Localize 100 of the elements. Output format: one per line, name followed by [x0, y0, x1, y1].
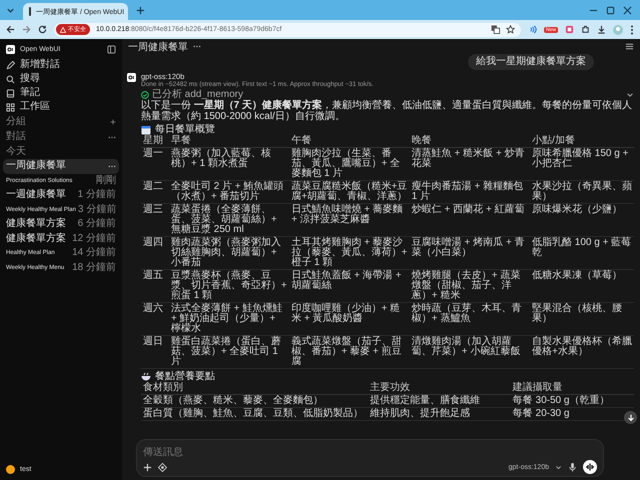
chat-time: 18 分鐘前 — [72, 262, 116, 274]
sidebar-toggle-icon[interactable] — [107, 45, 116, 54]
voice-mode-button[interactable] — [583, 460, 597, 474]
sound-wave-icon — [585, 462, 595, 472]
chat-item[interactable]: 健康餐單方案 12 分鐘前 — [3, 232, 119, 246]
chat-time: 14 分鐘前 — [72, 247, 116, 260]
chevron-down-icon[interactable] — [626, 90, 634, 98]
forward-icon[interactable] — [22, 25, 31, 34]
notebook-icon — [6, 88, 15, 98]
star-icon[interactable] — [506, 25, 515, 34]
table-cell: 義式蔬菜燉盤（茄子、甜椒、番茄）+ 藜麥 + 煎豆腐 — [289, 336, 410, 368]
column-header: 食材類別 — [141, 382, 368, 394]
table-cell: 每餐 30-50 g（乾重） — [510, 394, 634, 408]
table-cell: 雞肉蔬菜粥（燕麥粥加入切絲雞胸肉、胡蘿蔔）+ 小番茄 — [169, 236, 290, 270]
table-cell: 堅果混合（核桃、腰果） — [530, 302, 634, 336]
nav-item[interactable]: 工作區 — [3, 100, 119, 114]
table-cell: 全穀類（燕麥、糙米、藜麥、全麥麵包） — [141, 394, 368, 408]
new-tab-icon[interactable] — [136, 6, 145, 14]
column-header: 午餐 — [289, 135, 410, 148]
reload-icon[interactable] — [38, 25, 47, 34]
column-header: 小點/加餐 — [530, 135, 634, 148]
chat-time: 12 分鐘前 — [72, 232, 116, 245]
more-icon[interactable] — [108, 164, 116, 168]
chat-title: 健康餐單方案 — [6, 218, 66, 230]
table-cell: 燒烤雞腿（去皮）+ 蔬菜燉盤（甜椒、茄子、洋蔥）+ 糙米 — [410, 270, 530, 302]
table-cell: 低脂乳酪 100 g + 藍莓乾 — [530, 236, 634, 270]
table-cell: 炒蝦仁 + 西蘭花 + 紅蘿蔔 — [410, 204, 530, 236]
table-cell: 自製水果優格杯（希臘優格+水果） — [530, 336, 634, 368]
table-cell: 週六 — [141, 302, 169, 336]
microphone-icon[interactable] — [568, 462, 577, 472]
table-cell: 週五 — [141, 270, 169, 302]
dropdown-icon[interactable] — [6, 6, 15, 14]
more-icon[interactable] — [193, 45, 201, 48]
download-icon[interactable] — [597, 25, 606, 34]
chevron-down-icon[interactable] — [555, 464, 562, 470]
chat-time: 3 分鐘前 — [78, 204, 116, 216]
arrow-down-icon — [626, 414, 634, 422]
table-cell: 豆漿燕麥杯（燕麥、豆漿、切片香蕉、奇亞籽）+ 煎蛋 1 顆 — [169, 270, 290, 302]
table-cell: 炒時蔬（豆芽、木耳、青椒）+ 蒸鱸魚 — [410, 302, 530, 336]
tool-status[interactable]: 已分析 add_memory — [152, 89, 244, 100]
chat-title: 一周健康餐單 — [6, 160, 66, 172]
table-cell: 清燉雞肉湯（加入胡蘿蔔、芹菜）+ 小碗紅藜飯 — [410, 336, 530, 368]
maximize-icon[interactable] — [606, 6, 615, 14]
column-header: 主要功效 — [368, 382, 511, 394]
table-cell: 雞蛋白蔬菜捲（蛋白、蘑菇、菠菜）+ 全麥吐司 1 片 — [169, 336, 290, 368]
table-cell: 週日 — [141, 336, 169, 368]
section-heading: 每日餐單概覽 — [155, 124, 215, 135]
column-header: 早餐 — [169, 135, 290, 148]
table-cell: 週三 — [141, 204, 169, 236]
back-icon[interactable] — [6, 25, 15, 34]
table-cell: 雞胸肉沙拉（生菜、番茄、黃瓜、鷹嘴豆）+ 全麥麵包 1 片 — [289, 148, 410, 180]
chat-title: 健康餐單方案 — [6, 232, 66, 245]
search-icon — [6, 74, 15, 84]
calendar-icon — [141, 124, 151, 134]
chat-title: 一週健康餐單 — [6, 189, 66, 202]
grid-icon — [6, 102, 15, 112]
intro-paragraph: 以下是一份 一星期（7 天）健康餐單方案，兼顧均衡營養、低油低鹽、適量蛋白質與纖維。每餐的份量可依個人熱量需求（約 1500-2000 kcal/日）自行微調。 — [141, 100, 634, 122]
plus-icon[interactable] — [110, 119, 116, 125]
table-cell: 燕麥粥（加入藍莓、核桃）+ 1 顆水煮蛋 — [169, 148, 290, 180]
pencil-icon — [6, 60, 15, 70]
controls-icon[interactable] — [625, 42, 634, 51]
nav-item[interactable]: 新增對話 — [3, 58, 119, 72]
section-label: 分組 — [6, 116, 26, 128]
menu-icon[interactable] — [630, 24, 634, 34]
nav-item[interactable]: 筆記 — [3, 86, 119, 100]
tools-icon[interactable] — [158, 462, 167, 472]
column-header: 晚餐 — [410, 135, 530, 148]
extension-icon[interactable] — [565, 25, 574, 34]
user-avatar-icon[interactable] — [6, 465, 15, 474]
chat-time: 1 分鐘前 — [78, 189, 116, 202]
model-logo-icon — [127, 73, 136, 82]
nav-item[interactable]: 搜尋 — [3, 72, 119, 86]
close-window-icon[interactable] — [623, 6, 632, 14]
table-cell: 原味爆米花（少鹽） — [530, 204, 634, 236]
puzzle-icon[interactable] — [581, 25, 590, 34]
column-header: 建議攝取量 — [510, 382, 634, 394]
scroll-down-button[interactable] — [624, 411, 637, 424]
date-label: 今天 — [6, 146, 26, 158]
sound-wave-icon[interactable] — [528, 25, 537, 34]
table-cell: 低糖水果凍（草莓） — [530, 270, 634, 302]
table-cell: 蛋白質（雞胸、鮭魚、豆腐、豆類、低脂奶製品） — [141, 408, 368, 420]
chat-item[interactable]: 健康餐單方案 6 分鐘前 — [3, 217, 119, 232]
chat-item[interactable]: 一週健康餐單 1 分鐘前 — [3, 188, 119, 202]
chat-item[interactable]: 一周健康餐單 — [3, 159, 119, 174]
chat-time: 剛剛 — [96, 174, 116, 187]
table-cell: 原味希臘優格 150 g + 小把杏仁 — [530, 148, 634, 180]
plus-icon[interactable] — [143, 462, 152, 472]
table-cell: 清蒸鮭魚 + 糙米飯 + 炒青花菜 — [410, 148, 530, 180]
table-cell: 日式鯖魚味噌燒 + 蕎麥麵 + 涼拌菠菜芝麻醬 — [289, 204, 410, 236]
table-cell: 瘦牛肉番茄湯 + 雜糧麵包 1 片 — [410, 180, 530, 204]
table-cell: 週二 — [141, 180, 169, 204]
check-circle-icon — [141, 90, 149, 98]
app-logo-icon — [6, 45, 15, 54]
section-label: 對話 — [6, 131, 26, 143]
table-cell: 印度咖哩雞（少油）+ 糙米 + 黃瓜酸奶醬 — [289, 302, 410, 336]
chat-title: 一周健康餐單 — [128, 40, 188, 54]
translate-icon[interactable] — [490, 25, 500, 34]
more-icon[interactable] — [108, 136, 116, 138]
table-cell: 蔬菜豆腐糙米飯（糙米+豆腐+胡蘿蔔、青椒、洋蔥） — [289, 180, 410, 204]
bowl-icon — [141, 372, 151, 382]
